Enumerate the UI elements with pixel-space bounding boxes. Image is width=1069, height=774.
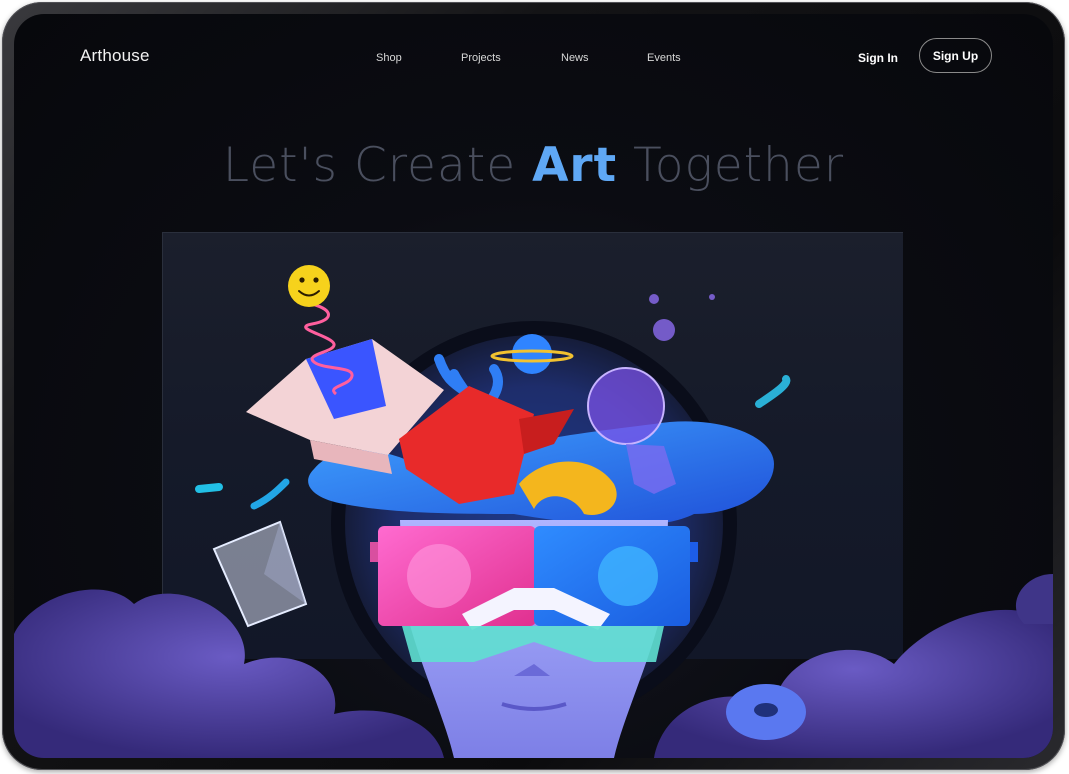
cloud-right	[654, 609, 1053, 758]
screen: Arthouse Shop Projects News Events Sign …	[14, 14, 1053, 758]
planet	[512, 334, 552, 374]
smiley-face-icon	[288, 265, 330, 307]
hero-illustration	[14, 265, 1053, 758]
glass-bulb	[587, 367, 665, 445]
tablet-frame: Arthouse Shop Projects News Events Sign …	[2, 2, 1065, 770]
